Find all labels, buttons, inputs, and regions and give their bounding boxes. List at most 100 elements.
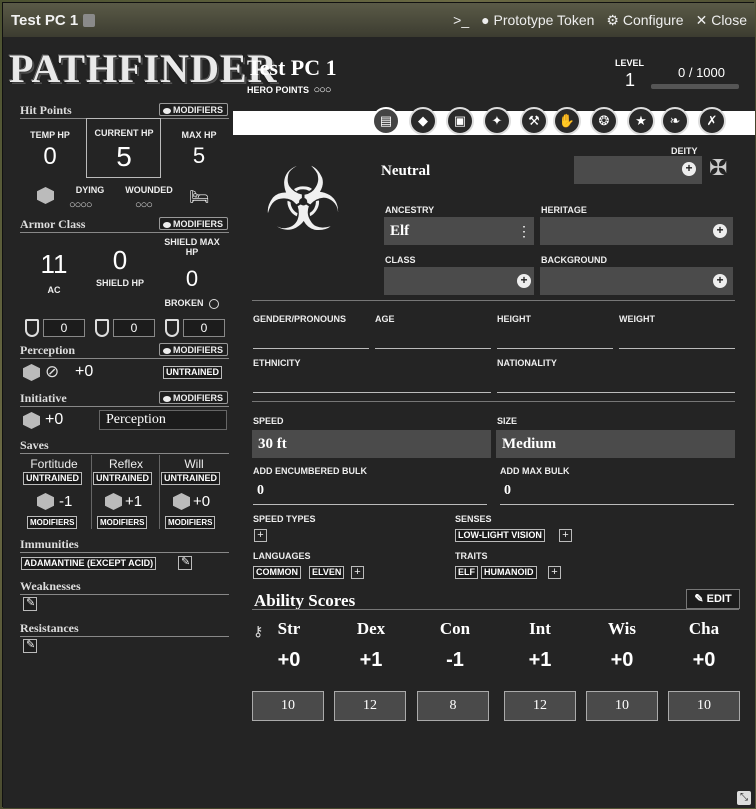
tab-crafting-icon[interactable]: ⚒	[520, 107, 548, 135]
window-titlebar[interactable]: Test PC 1 >_ ● Prototype Token ⚙ Configu…	[3, 3, 755, 37]
str-score-field[interactable]: 10	[252, 691, 324, 721]
int-score-field[interactable]: 12	[504, 691, 576, 721]
terminal-icon[interactable]: >_	[453, 12, 469, 28]
shield-hp-value[interactable]: 0	[99, 245, 141, 276]
nationality-input[interactable]	[497, 375, 735, 393]
alignment-select[interactable]: Neutral	[381, 163, 430, 180]
tab-effects-icon[interactable]: ✦	[483, 107, 511, 135]
initiative-skill-select[interactable]: Perception	[99, 410, 227, 430]
shield-field-2[interactable]: 0	[93, 318, 155, 338]
dying-pips[interactable]: ○○○○	[69, 199, 93, 211]
wis-score-field[interactable]: 10	[586, 691, 658, 721]
section-divider	[252, 401, 735, 402]
character-portrait-biohazard-icon[interactable]: ☣	[258, 152, 348, 252]
edit-abilities-button[interactable]: ✎ EDIT	[686, 589, 740, 609]
prototype-token-button[interactable]: ● Prototype Token	[481, 12, 594, 28]
speed-field[interactable]: 30 ft	[252, 430, 491, 458]
tab-spells-icon[interactable]: ★	[627, 107, 655, 135]
gender-input[interactable]	[253, 331, 369, 349]
d20-icon[interactable]	[173, 493, 190, 510]
tab-character-icon[interactable]: ▤	[372, 107, 400, 135]
shield-field-value[interactable]: 0	[43, 319, 85, 337]
fortitude-label: Fortitude	[30, 457, 78, 471]
size-field[interactable]: Medium	[496, 430, 735, 458]
add-language-button[interactable]: +	[351, 566, 364, 579]
hp-modifiers-button[interactable]: MODIFIERS	[159, 103, 229, 116]
shield-field-value[interactable]: 0	[183, 319, 225, 337]
tab-biography-icon[interactable]: ❧	[661, 107, 689, 135]
cha-score-field[interactable]: 10	[668, 691, 740, 721]
d20-icon[interactable]	[23, 412, 40, 429]
close-label: Close	[711, 11, 747, 28]
d20-icon[interactable]	[105, 493, 122, 510]
fortitude-modifiers-button[interactable]: MODIFIERS	[27, 516, 78, 529]
xp-text[interactable]: 0 / 1000	[678, 65, 725, 80]
d20-icon[interactable]	[37, 187, 54, 204]
class-field[interactable]	[384, 267, 534, 295]
wounded-pips[interactable]: ○○○	[135, 199, 153, 211]
age-input[interactable]	[375, 331, 491, 349]
tab-feats-icon[interactable]: ❂	[590, 107, 618, 135]
resize-handle-icon[interactable]: ⤡	[737, 791, 751, 805]
tab-inventory-icon[interactable]: ▣	[446, 107, 474, 135]
ability-mod: +1	[359, 649, 383, 671]
tab-actions-icon[interactable]: ◆	[409, 107, 437, 135]
temp-hp-value[interactable]: 0	[21, 143, 79, 171]
add-sense-button[interactable]: +	[559, 529, 572, 542]
perception-modifiers-button[interactable]: MODIFIERS	[159, 343, 229, 356]
current-hp-value[interactable]: 5	[87, 141, 161, 173]
add-class-icon[interactable]: +	[517, 274, 531, 288]
background-field[interactable]	[540, 267, 733, 295]
d20-icon[interactable]	[23, 364, 40, 381]
shield-field-3[interactable]: 0	[163, 318, 225, 338]
bed-icon[interactable]: 🛏	[189, 187, 209, 207]
ac-modifiers-button[interactable]: MODIFIERS	[159, 217, 229, 230]
edit-immunities-icon[interactable]	[178, 555, 192, 570]
eye-icon	[163, 107, 171, 114]
add-background-icon[interactable]: +	[713, 274, 727, 288]
heritage-field[interactable]	[540, 217, 733, 245]
dex-score-field[interactable]: 12	[334, 691, 406, 721]
fortitude-rank-badge: UNTRAINED	[23, 472, 82, 485]
character-name[interactable]: Test PC 1	[247, 55, 337, 81]
hero-points-pips[interactable]: ○○○	[314, 84, 332, 96]
d20-icon[interactable]	[37, 493, 54, 510]
edit-resistances-icon[interactable]	[23, 638, 37, 653]
eye-icon	[163, 221, 171, 228]
ability-dex: Dex +1	[335, 619, 407, 672]
height-input[interactable]	[497, 331, 613, 349]
reflex-modifiers-button[interactable]: MODIFIERS	[97, 516, 148, 529]
configure-button[interactable]: ⚙ Configure	[606, 12, 683, 29]
edit-label: EDIT	[706, 593, 732, 605]
section-divider	[252, 609, 739, 610]
add-deity-icon[interactable]: +	[682, 162, 696, 176]
add-speed-type-button[interactable]: +	[254, 529, 267, 542]
shield-max-hp-label: SHIELD MAX HP	[164, 237, 220, 257]
perception-modifiers-label: MODIFIERS	[173, 345, 224, 355]
add-trait-button[interactable]: +	[548, 566, 561, 579]
shield-field-1[interactable]: 0	[23, 318, 85, 338]
weight-input[interactable]	[619, 331, 735, 349]
max-bulk-input[interactable]: 0	[500, 483, 734, 505]
add-heritage-icon[interactable]: +	[713, 224, 727, 238]
eye-slash-icon[interactable]: ⊘	[45, 362, 59, 382]
edit-weaknesses-icon[interactable]	[23, 596, 37, 611]
gender-label: GENDER/PRONOUNS	[253, 314, 347, 324]
encumbered-bulk-input[interactable]: 0	[253, 483, 487, 505]
tab-strikes-icon[interactable]: ✗	[698, 107, 726, 135]
speed-types-label: SPEED TYPES	[253, 514, 316, 524]
con-score-field[interactable]: 8	[417, 691, 489, 721]
ancestry-field[interactable]: Elf	[384, 217, 534, 245]
ancestry-menu-icon[interactable]: ⋮	[517, 223, 531, 240]
ancestry-label: ANCESTRY	[385, 205, 435, 215]
will-modifiers-button[interactable]: MODIFIERS	[165, 516, 216, 529]
window-title: Test PC 1	[11, 11, 79, 29]
ethnicity-input[interactable]	[253, 375, 491, 393]
tab-proficiencies-icon[interactable]: ✋	[553, 107, 581, 135]
shield-field-value[interactable]: 0	[113, 319, 155, 337]
initiative-modifiers-button[interactable]: MODIFIERS	[159, 391, 229, 404]
level-value[interactable]: 1	[625, 70, 635, 91]
ability-name: Wis	[607, 619, 637, 638]
broken-checkbox[interactable]	[209, 299, 219, 309]
close-button[interactable]: ✕ Close	[696, 12, 747, 29]
